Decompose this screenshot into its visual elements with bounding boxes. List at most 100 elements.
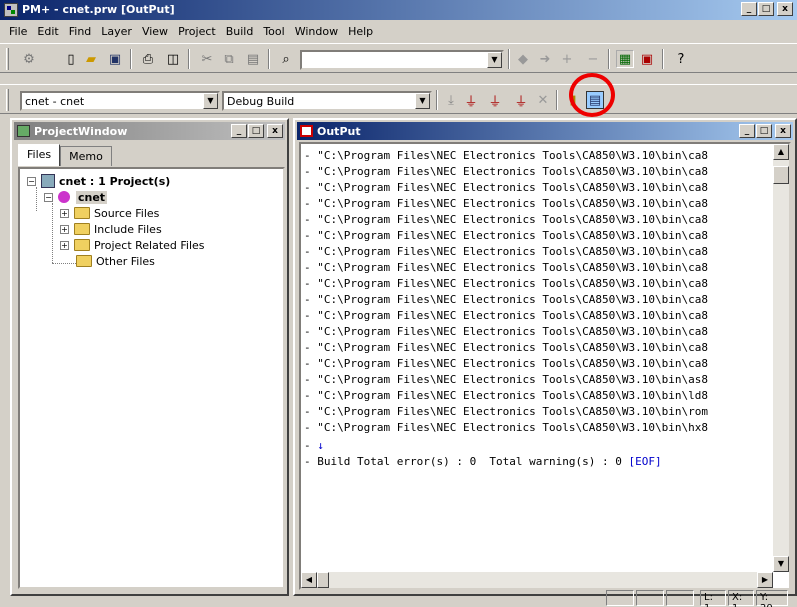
stop-build-icon[interactable]: ✕ — [534, 91, 552, 109]
scroll-up-button[interactable]: ▲ — [773, 144, 789, 160]
tab-memo[interactable]: Memo — [60, 146, 112, 166]
status-bar: L: 1 X: 1 Y: 20 — [0, 588, 797, 607]
open-folder-icon[interactable]: ▰ — [82, 50, 100, 68]
project-select[interactable]: cnet - cnet ▼ — [20, 91, 220, 111]
menu-file[interactable]: File — [4, 25, 32, 38]
tree-folder-include[interactable]: + Include Files — [60, 221, 162, 237]
menu-window[interactable]: Window — [290, 25, 343, 38]
tree-project-label: cnet — [76, 190, 108, 204]
collapse-icon[interactable]: − — [44, 192, 53, 202]
tree-project[interactable]: − cnet — [44, 189, 108, 205]
menu-view[interactable]: View — [137, 25, 173, 38]
toolbar-separator — [130, 49, 132, 69]
dropdown-arrow-icon[interactable]: ▼ — [203, 93, 218, 109]
minimize-button[interactable]: _ — [741, 2, 757, 16]
compile-icon[interactable]: ⤓ — [442, 91, 460, 109]
panel-close-button[interactable]: x — [267, 124, 283, 138]
tree-folder-project-related[interactable]: + Project Related Files — [60, 237, 205, 253]
scroll-thumb[interactable] — [773, 166, 789, 184]
horizontal-scrollbar[interactable]: ◀ ▶ — [301, 572, 773, 588]
dropdown-arrow-icon[interactable]: ▼ — [487, 52, 502, 68]
project-tree: − cnet : 1 Project(s) − cnet + Source Fi… — [18, 167, 285, 589]
expand-icon[interactable]: + — [60, 240, 69, 250]
help-icon[interactable]: ? — [672, 50, 690, 68]
scroll-left-button[interactable]: ◀ — [301, 572, 317, 588]
copy-icon[interactable]: ⧉ — [220, 50, 238, 68]
search-combo[interactable]: ▼ — [300, 50, 504, 70]
cut-icon[interactable]: ✂ — [198, 50, 216, 68]
menu-help[interactable]: Help — [343, 25, 378, 38]
menu-bar: File Edit Find Layer View Project Build … — [0, 21, 797, 41]
panel-maximize-button[interactable]: □ — [248, 124, 264, 138]
wizard-icon[interactable]: ⚙ — [20, 50, 38, 68]
menu-layer[interactable]: Layer — [96, 25, 137, 38]
panel-minimize-button[interactable]: _ — [739, 124, 755, 138]
app-icon[interactable] — [4, 3, 18, 17]
menu-tool[interactable]: Tool — [258, 25, 289, 38]
output-arrow-line: - ↓ — [304, 439, 324, 452]
output-line: - "C:\Program Files\NEC Electronics Tool… — [304, 245, 708, 258]
back-arrow-icon[interactable]: ◆ — [514, 50, 532, 68]
add-bookmark-icon[interactable]: + — [558, 50, 576, 68]
toolbar-separator — [188, 49, 190, 69]
output-window-caption[interactable]: OutPut _ □ x — [297, 122, 793, 140]
menu-edit[interactable]: Edit — [32, 25, 63, 38]
toolbar-separator — [508, 49, 510, 69]
status-line: L: 1 — [700, 590, 726, 607]
menu-find[interactable]: Find — [64, 25, 97, 38]
close-button[interactable]: x — [777, 2, 793, 16]
panel-minimize-button[interactable]: _ — [231, 124, 247, 138]
toolbar-separator — [556, 90, 558, 110]
build-all-icon[interactable]: ⏚ — [512, 91, 530, 110]
project-select-value: cnet - cnet — [25, 95, 85, 108]
panel-maximize-button[interactable]: □ — [756, 124, 772, 138]
panel-close-button[interactable]: x — [775, 124, 791, 138]
output-window-toggle-icon[interactable]: ▣ — [638, 50, 656, 68]
forward-arrow-icon[interactable]: ➜ — [536, 50, 554, 68]
menu-build[interactable]: Build — [221, 25, 259, 38]
vertical-scrollbar[interactable]: ▲ ▼ — [773, 144, 789, 572]
tab-files[interactable]: Files — [18, 144, 61, 166]
output-window-title: OutPut — [317, 125, 361, 138]
paste-icon[interactable]: ▤ — [244, 50, 262, 68]
tree-folder-other[interactable]: Other Files — [76, 253, 155, 269]
build-icon[interactable]: ⏚ — [462, 91, 480, 110]
print-preview-icon[interactable]: ◫ — [164, 50, 182, 68]
expand-icon[interactable]: + — [60, 208, 69, 218]
tree-folder-source[interactable]: + Source Files — [60, 205, 159, 221]
menu-project[interactable]: Project — [173, 25, 221, 38]
build-mode-select[interactable]: Debug Build ▼ — [222, 91, 432, 111]
output-line: - "C:\Program Files\NEC Electronics Tool… — [304, 341, 708, 354]
toolbar-grip[interactable] — [6, 48, 9, 70]
scroll-down-button[interactable]: ▼ — [773, 556, 789, 572]
rebuild-icon[interactable]: ⏚ — [486, 91, 504, 110]
standard-toolbar: ⚙ ▯ ▰ ▣ ⎙ ◫ ✂ ⧉ ▤ ⌕ ▼ ◆ ➜ + − ▦ ▣ ? — [0, 43, 797, 73]
eof-marker: [EOF] — [628, 455, 662, 468]
new-file-icon[interactable]: ▯ — [62, 50, 80, 68]
scroll-right-button[interactable]: ▶ — [757, 572, 773, 588]
output-line: - "C:\Program Files\NEC Electronics Tool… — [304, 405, 708, 418]
output-line: - "C:\Program Files\NEC Electronics Tool… — [304, 197, 708, 210]
print-icon[interactable]: ⎙ — [139, 50, 157, 68]
project-window-toggle-icon[interactable]: ▦ — [616, 50, 634, 68]
find-icon[interactable]: ⌕ — [277, 50, 295, 68]
output-line: - "C:\Program Files\NEC Electronics Tool… — [304, 181, 708, 194]
remove-bookmark-icon[interactable]: − — [584, 50, 602, 68]
project-window-icon — [17, 125, 30, 137]
down-arrow-icon: ↓ — [317, 439, 324, 452]
status-cell — [606, 590, 634, 606]
output-text-area[interactable]: - "C:\Program Files\NEC Electronics Tool… — [299, 142, 791, 590]
tree-root[interactable]: − cnet : 1 Project(s) — [27, 173, 170, 189]
toolbar-grip[interactable] — [6, 89, 9, 111]
hscroll-thumb[interactable] — [317, 572, 329, 588]
dropdown-arrow-icon[interactable]: ▼ — [415, 93, 430, 109]
collapse-icon[interactable]: − — [27, 176, 36, 186]
folder-icon — [74, 207, 90, 219]
output-line: - "C:\Program Files\NEC Electronics Tool… — [304, 149, 708, 162]
maximize-button[interactable]: □ — [758, 2, 774, 16]
expand-icon[interactable]: + — [60, 224, 69, 234]
project-window-caption[interactable]: ProjectWindow _ □ x — [14, 122, 285, 140]
save-icon[interactable]: ▣ — [106, 50, 124, 68]
folder-icon — [76, 255, 92, 267]
status-cell — [636, 590, 664, 606]
